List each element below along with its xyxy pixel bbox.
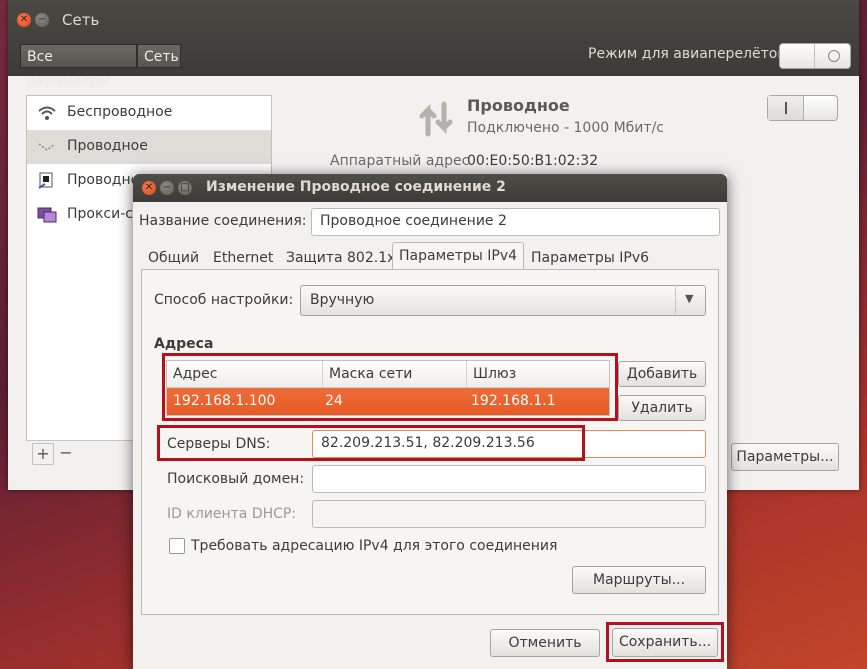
save-highlight-box	[606, 622, 724, 662]
search-domain-field[interactable]	[312, 465, 706, 493]
airplane-mode-label: Режим для авиаперелётов	[588, 46, 786, 62]
sidebar-item-label: Прокси-се	[67, 206, 142, 222]
remove-connection-button[interactable]: −	[56, 443, 76, 463]
hw-address-value: 00:E0:50:B1:02:32	[467, 153, 599, 169]
routes-button[interactable]: Маршруты...	[572, 566, 706, 594]
breadcrumb-network[interactable]: Сеть	[137, 44, 181, 68]
minimize-dialog-button[interactable]: −	[160, 181, 174, 195]
sidebar-item-label: Проводное	[67, 138, 148, 154]
delete-address-button[interactable]: Удалить	[618, 395, 706, 421]
wired-icon	[38, 143, 56, 151]
hw-address-label: Аппаратный адрес	[330, 153, 470, 169]
off-indicator-icon	[828, 50, 840, 62]
proxy-icon	[37, 207, 57, 223]
on-indicator-icon	[785, 102, 787, 114]
tab-general[interactable]: Общий	[141, 244, 206, 270]
dns-highlight-box	[157, 425, 585, 461]
search-domain-label: Поисковый домен:	[167, 471, 305, 487]
tab-security-8021x[interactable]: Защита 802.1x	[279, 244, 402, 270]
dhcp-client-id-field[interactable]	[312, 500, 706, 528]
sidebar-item-wired[interactable]: Проводное	[27, 130, 271, 164]
addresses-highlight-box	[162, 353, 618, 421]
add-address-button[interactable]: Добавить	[618, 361, 706, 387]
connection-status: Подключено - 1000 Мбит/с	[467, 120, 664, 136]
connection-switch[interactable]	[767, 95, 838, 121]
breadcrumb-all-settings[interactable]: Все параметры	[20, 44, 137, 89]
parameters-button[interactable]: Параметры...	[731, 443, 839, 471]
window-titlebar: ✕ − Сеть Все параметры Сеть Режим для ав…	[8, 0, 859, 89]
connection-name-field[interactable]: Проводное соединение 2	[311, 208, 720, 236]
sidebar-item-label: Беспроводное	[67, 104, 173, 120]
sidebar-item-wireless[interactable]: Беспроводное	[27, 96, 271, 130]
connection-name-label: Название соединения:	[139, 213, 307, 229]
close-dialog-button[interactable]: ✕	[142, 181, 156, 195]
airplane-mode-switch[interactable]	[779, 43, 851, 69]
dialog-title: Изменение Проводное соединение 2	[206, 179, 506, 195]
method-value: Вручную	[310, 292, 375, 308]
add-connection-button[interactable]: +	[32, 443, 54, 465]
require-ipv4-label: Требовать адресацию IPv4 для этого соеди…	[191, 538, 558, 554]
cancel-button[interactable]: Отменить	[490, 629, 600, 657]
wifi-icon	[38, 106, 56, 120]
close-window-button[interactable]: ✕	[17, 13, 31, 27]
dhcp-client-id-label: ID клиента DHCP:	[167, 506, 297, 522]
wired-network-icon	[419, 101, 453, 137]
require-ipv4-checkbox[interactable]	[169, 538, 185, 554]
minimize-window-button[interactable]: −	[35, 13, 49, 27]
sidebar-item-label: Проводно	[67, 172, 140, 188]
window-title: Сеть	[62, 11, 100, 29]
method-select[interactable]: Вручную ▼	[300, 285, 706, 316]
connection-title: Проводное	[467, 96, 570, 115]
tab-ipv4-settings[interactable]: Параметры IPv4	[392, 242, 525, 270]
tab-ethernet[interactable]: Ethernet	[206, 244, 280, 270]
vpn-icon	[38, 172, 53, 189]
maximize-dialog-button[interactable]: □	[178, 181, 192, 195]
dialog-titlebar: ✕ − □ Изменение Проводное соединение 2	[133, 174, 727, 202]
tab-ipv6-settings[interactable]: Параметры IPv6	[524, 244, 656, 270]
chevron-down-icon: ▼	[685, 292, 694, 305]
method-label: Способ настройки:	[154, 292, 294, 308]
addresses-heading: Адреса	[154, 336, 214, 352]
